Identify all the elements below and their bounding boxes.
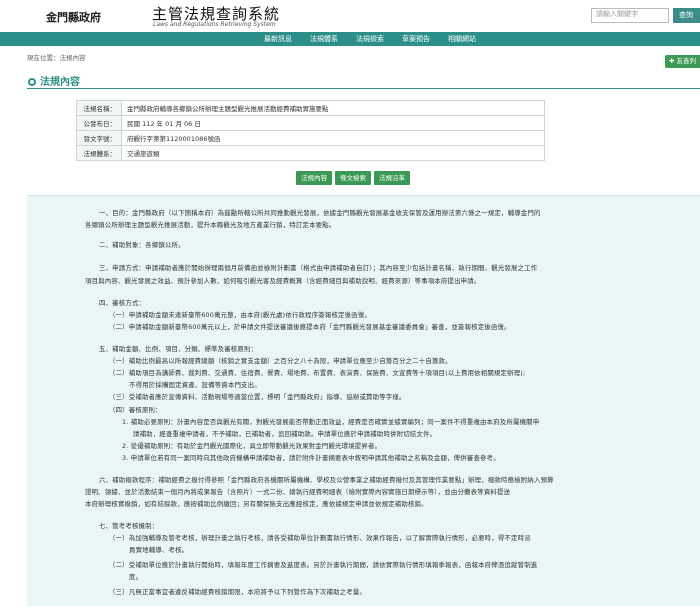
- content-line: 不得用於採購固定資產、設備等資本門支出。: [129, 381, 261, 389]
- content-line: 請補助，經查重複申請者，不予補助，已補助者，追回補助款。申請單位應於申請補助時併…: [133, 430, 437, 438]
- meta-key: 發文字號：: [76, 130, 122, 146]
- breadcrumb: 現在位置：法規內容: [27, 54, 86, 62]
- content-line: 員實地輔導、考核。: [129, 546, 189, 554]
- meta-key: 法規體系：: [76, 145, 122, 161]
- table-row: 發文字號： 府觀行字第第1120001086號函: [76, 130, 545, 146]
- content-line: （四）審核原則：: [109, 406, 162, 414]
- content-line: 3. 申請單位若有同一案同時向其他政府機構申請補助者，請於附件計畫摘要表中敘明申…: [122, 454, 500, 462]
- nav-item-drafts[interactable]: 草案預告: [402, 32, 430, 46]
- table-row: 法規體系： 交通旅遊類: [76, 145, 545, 161]
- content-line: （二）補助項目為講師費、裁判費、交通費、住宿費、餐費、場地費、布置費、表演費、保…: [109, 369, 526, 377]
- meta-key: 公發布日：: [76, 115, 122, 131]
- content-line: 七、管考考核機制：: [99, 522, 159, 530]
- meta-key: 法規名稱：: [76, 100, 122, 116]
- search-button[interactable]: 查詢: [673, 8, 700, 23]
- articles-button[interactable]: 條文檢索: [335, 171, 371, 185]
- nav-item-search[interactable]: 法規檢索: [356, 32, 384, 46]
- content-line: （一）為加強輔導及管考考核，辦理計畫之執行考核，請各受補助單位計劃書執行情形、效…: [109, 534, 531, 542]
- circle-icon: [28, 78, 36, 86]
- meta-value: 民國 112 年 01 月 06 日: [121, 115, 545, 131]
- content-line: 三、申請方式：申請補助者應於開始辦理兩個月前備函並檢附計劃書（格式由申請補助者自…: [99, 264, 538, 272]
- main-nav: 最新訊息 法規體系 法規檢索 草案預告 相關網站: [0, 32, 700, 46]
- table-row: 法規名稱： 金門縣政府輔導各鄉鎮公所辦理主題型觀光推展活動經費補助實施要點: [76, 100, 545, 116]
- section-divider: [27, 88, 700, 89]
- content-line: 一、目的：金門縣政府（以下簡稱本府）為鼓勵所轄公所共同推動觀光發展，依據金門縣觀…: [99, 209, 541, 217]
- section-title: 法規內容: [28, 73, 80, 88]
- content-line: 二、補助對象：各鄉鎮公所。: [99, 241, 185, 249]
- content-line: （一）補助比例最高以所報經費總額（核銷之實支金額）之百分之八十為限，申請單位應至…: [109, 357, 452, 365]
- content-buttons: 法規內容 條文檢索 法規沿革: [296, 171, 410, 185]
- content-line: （二）受補助單位應於計畫執行開始時，填報年度工作摘要及進度表。另於計畫執行期間，…: [109, 561, 538, 569]
- regulation-content: 一、目的：金門縣政府（以下簡稱本府）為鼓勵所轄公所共同推動觀光發展，依據金門縣觀…: [27, 195, 700, 606]
- meta-value: 府觀行字第第1120001086號函: [121, 130, 545, 146]
- share-icon: ✚: [669, 57, 677, 65]
- share-button[interactable]: ✚ 友善列: [665, 55, 700, 68]
- nav-item-news[interactable]: 最新訊息: [264, 32, 292, 46]
- nav-item-system[interactable]: 法規體系: [310, 32, 338, 46]
- content-line: 本府辦理核實撥銷，如有結餘款，應按補助比例繳回；另有關保險支出應經核定，應依據規…: [85, 500, 428, 508]
- table-row: 公發布日： 民國 112 年 01 月 06 日: [76, 115, 545, 131]
- content-line: 六、補助撥款程序：補助經費之撥付得參照「金門縣政府各機關所屬機構、學校及公營事業…: [99, 476, 554, 484]
- content-line: 1. 補助必要原則：計畫內容是否與觀光有關，對觀光發展能否帶動正面效益，經費是否…: [122, 418, 540, 426]
- content-line: 2. 從優補助原則：有助於金門觀光國際化，具立即帶動觀光效果對金門觀光環境提昇者…: [122, 442, 382, 450]
- content-line: 證明、領據、並於活動結束一個月內將成果報告（含照片）一式二份、總執行經費明細表（…: [85, 488, 511, 496]
- content-line: （三）凡無正當事宜者違反補助經費核銷期限，本府將予以下列管作為下次補助之考量。: [109, 588, 367, 596]
- meta-value: 交通旅遊類: [121, 145, 545, 161]
- meta-table: 法規名稱： 金門縣政府輔導各鄉鎮公所辦理主題型觀光推展活動經費補助實施要點 公發布…: [76, 100, 545, 161]
- content-line: 四、審核方式：: [99, 299, 146, 307]
- top-bar: 金門縣政府 主管法規查詢系統 Laws and Regulations Retr…: [0, 0, 700, 32]
- content-line: 度。: [129, 573, 143, 581]
- content-button[interactable]: 法規內容: [296, 171, 332, 185]
- content-line: （三）受補助者應於宣傳資料、活動現場等適當位置，標明「金門縣政府」指導、協辦或贊…: [109, 393, 406, 401]
- content-line: 項目與內容、觀光發展之效益、預計參加人數、如何吸引觀光客及經費概算（含經費細目與…: [85, 277, 481, 285]
- meta-value: 金門縣政府輔導各鄉鎮公所辦理主題型觀光推展活動經費補助實施要點: [121, 100, 545, 116]
- content-line: 各鄉鎮公所辦理主題型觀光推展活動，提升本縣觀光及地方產業行銷，特訂定本要點。: [85, 221, 336, 229]
- system-subtitle: Laws and Regulations Retrieving System: [153, 21, 276, 28]
- history-button[interactable]: 法規沿革: [374, 171, 410, 185]
- county-name: 金門縣政府: [46, 11, 101, 24]
- content-line: （一）申請補助金額未達新臺幣600萬元整，由本府(觀光處)依行政程序簽報核定後函…: [109, 311, 372, 319]
- content-line: 五、補助金額、比例、項目、分類、標準及審核原則：: [99, 345, 258, 353]
- content-line: （二）申請補助金額新臺幣600萬元以上，於申請文件提送審議後應提本府「金門縣觀光…: [109, 323, 511, 331]
- nav-item-links[interactable]: 相關網站: [448, 32, 476, 46]
- search-input[interactable]: 請輸入關鍵字: [591, 8, 669, 23]
